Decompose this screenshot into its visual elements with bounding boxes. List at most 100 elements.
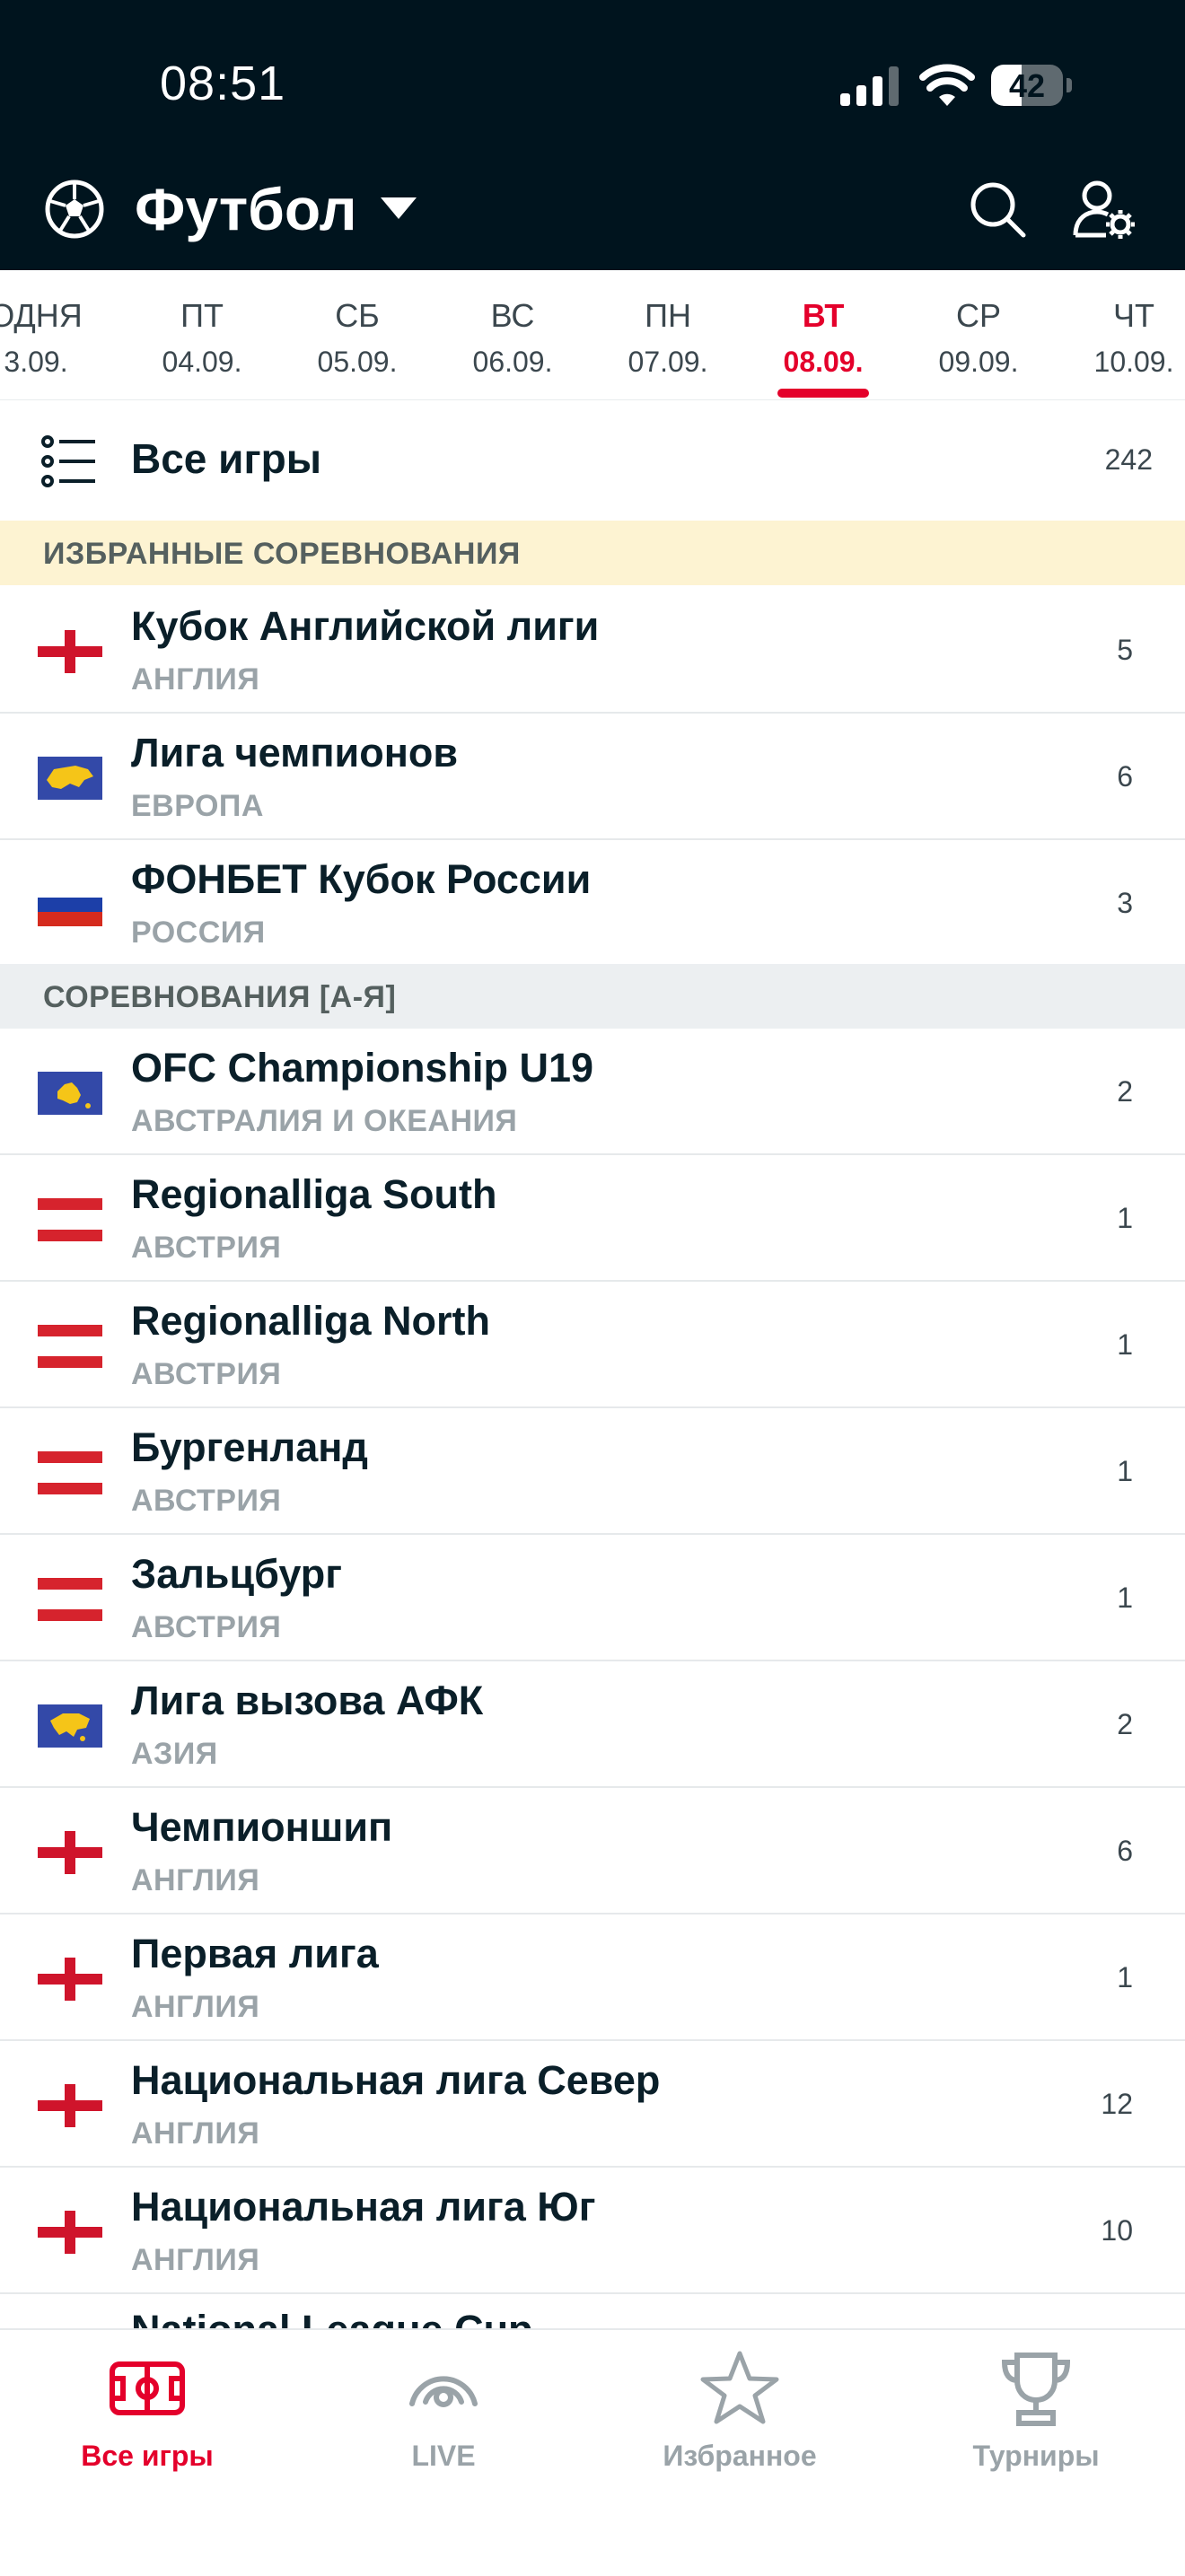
competition-row[interactable]: Regionalliga North АВСТРИЯ 1 xyxy=(0,1282,1185,1408)
match-count: 2 xyxy=(1117,1075,1133,1108)
competition-country: АВСТРИЯ xyxy=(131,1357,282,1391)
nav-live[interactable]: LIVE xyxy=(336,2348,551,2473)
competition-row[interactable]: Лига вызова АФК АЗИЯ 2 xyxy=(0,1661,1185,1788)
competition-country: АВСТРИЯ xyxy=(131,1231,282,1265)
competition-country: АНГЛИЯ xyxy=(131,1863,260,1897)
star-icon xyxy=(700,2351,779,2424)
competition-name: Бургенланд xyxy=(131,1424,368,1470)
competition-country: АНГЛИЯ xyxy=(131,2116,260,2151)
cellular-signal-icon xyxy=(840,66,899,106)
competition-name: Regionalliga South xyxy=(131,1171,497,1217)
match-count: 1 xyxy=(1117,1455,1133,1487)
competition-row[interactable]: OFC Championship U19 АВСТРАЛИЯ И ОКЕАНИЯ… xyxy=(0,1029,1185,1155)
competition-country: ЕВРОПА xyxy=(131,789,264,823)
nav-label: Все игры xyxy=(81,2440,214,2472)
competition-row[interactable]: Чемпионшип АНГЛИЯ 6 xyxy=(0,1788,1185,1914)
competition-country: АНГЛИЯ xyxy=(131,1990,260,2024)
competition-country: АВСТРИЯ xyxy=(131,1610,282,1644)
match-count: 3 xyxy=(1117,887,1133,919)
all-games-count: 242 xyxy=(1104,443,1153,476)
live-icon xyxy=(409,2376,478,2407)
competition-name: Кубок Английской лиги xyxy=(131,603,600,649)
competition-name: Лига вызова АФК xyxy=(131,1678,484,1723)
competition-country: АВСТРАЛИЯ И ОКЕАНИЯ xyxy=(131,1104,518,1138)
competition-country: АНГЛИЯ xyxy=(131,662,260,697)
competition-country: АЗИЯ xyxy=(131,1737,218,1771)
list-icon xyxy=(41,435,95,487)
user-settings-icon[interactable] xyxy=(1072,178,1135,241)
england-flag-icon xyxy=(38,630,102,673)
europe-flag-icon xyxy=(38,757,102,800)
competition-name: Первая лига xyxy=(131,1931,379,1976)
austria-flag-icon xyxy=(38,1325,102,1368)
az-section-header: СОРЕВНОВАНИЯ [А-Я] xyxy=(0,964,1185,1029)
match-count: 5 xyxy=(1117,634,1133,666)
date-selector: ОДНЯ 3.09. ПТ 04.09. СБ 05.09. ВС 06.09. ПН 0… xyxy=(0,270,1185,401)
active-date-indicator xyxy=(777,389,869,398)
soccer-ball-icon[interactable] xyxy=(45,180,104,239)
austria-flag-icon xyxy=(38,1578,102,1621)
competition-row[interactable]: Кубок Английской лиги АНГЛИЯ 5 xyxy=(0,587,1185,714)
competition-name: Зальцбург xyxy=(131,1551,342,1597)
nav-label: Избранное xyxy=(663,2440,817,2472)
battery-indicator: 42 xyxy=(991,65,1072,106)
status-time: 08:51 xyxy=(160,57,286,110)
match-count: 1 xyxy=(1117,1328,1133,1361)
competition-name: Regionalliga North xyxy=(131,1298,491,1344)
bottom-navigation: Все игры LIVE Избранное Турниры xyxy=(0,2328,1185,2576)
match-count: 2 xyxy=(1117,1708,1133,1740)
chevron-down-icon[interactable] xyxy=(381,197,417,221)
sport-title[interactable]: Футбол xyxy=(135,175,357,243)
match-count: 12 xyxy=(1101,2088,1133,2120)
date-tab[interactable]: СБ 05.09. xyxy=(294,297,420,379)
date-tab-active[interactable]: ВТ 08.09. xyxy=(760,297,886,379)
date-tab[interactable]: СР 09.09. xyxy=(916,297,1041,379)
competition-row[interactable]: Regionalliga South АВСТРИЯ 1 xyxy=(0,1155,1185,1282)
asia-flag-icon xyxy=(38,1704,102,1748)
russia-flag-icon xyxy=(38,883,102,926)
match-count: 1 xyxy=(1117,1961,1133,1993)
match-count: 10 xyxy=(1101,2214,1133,2247)
nav-all-games[interactable]: Все игры xyxy=(40,2348,255,2473)
favorites-section-header: ИЗБРАННЫЕ СОРЕВНОВАНИЯ xyxy=(0,521,1185,585)
competition-name: Национальная лига Юг xyxy=(131,2184,596,2230)
competition-row[interactable]: ФОНБЕТ Кубок России РОССИЯ 3 xyxy=(0,840,1185,965)
competition-name: ФОНБЕТ Кубок России xyxy=(131,856,592,902)
field-icon xyxy=(110,2361,185,2415)
england-flag-icon xyxy=(38,1831,102,1874)
nav-tournaments[interactable]: Турниры xyxy=(928,2348,1144,2473)
nav-favorites[interactable]: Избранное xyxy=(632,2348,847,2473)
england-flag-icon xyxy=(38,1958,102,2001)
competition-country: АВСТРИЯ xyxy=(131,1484,282,1518)
competition-name: Чемпионшип xyxy=(131,1804,393,1850)
england-flag-icon xyxy=(38,2084,102,2127)
nav-label: Турниры xyxy=(972,2440,1100,2472)
competition-name: Лига чемпионов xyxy=(131,730,459,775)
battery-level: 42 xyxy=(1008,67,1046,104)
trophy-icon xyxy=(1001,2353,1071,2426)
match-count: 1 xyxy=(1117,1582,1133,1614)
competition-row[interactable]: Первая лига АНГЛИЯ 1 xyxy=(0,1914,1185,2041)
competition-row[interactable]: Национальная лига Юг АНГЛИЯ 10 xyxy=(0,2168,1185,2294)
england-flag-icon xyxy=(38,2211,102,2254)
date-tab[interactable]: ЧТ 10.09. xyxy=(1071,297,1185,379)
competition-name: OFC Championship U19 xyxy=(131,1045,594,1091)
date-tab[interactable]: ПТ 04.09. xyxy=(139,297,265,379)
search-icon[interactable] xyxy=(968,180,1027,239)
competition-country: РОССИЯ xyxy=(131,916,266,950)
all-games-label[interactable]: Все игры xyxy=(131,434,321,483)
competition-row[interactable]: Лига чемпионов ЕВРОПА 6 xyxy=(0,714,1185,840)
app-header: 08:51 42 Футбол xyxy=(0,0,1185,270)
wifi-icon xyxy=(919,64,975,106)
competition-name: Национальная лига Север xyxy=(131,2057,661,2103)
date-tab[interactable]: ОДНЯ 3.09. xyxy=(0,297,99,379)
date-tab[interactable]: ВС 06.09. xyxy=(450,297,575,379)
competition-row[interactable]: Национальная лига Север АНГЛИЯ 12 xyxy=(0,2041,1185,2168)
competition-row[interactable]: Зальцбург АВСТРИЯ 1 xyxy=(0,1535,1185,1661)
match-count: 6 xyxy=(1117,760,1133,793)
competition-row[interactable]: Бургенланд АВСТРИЯ 1 xyxy=(0,1408,1185,1535)
nav-label: LIVE xyxy=(411,2440,476,2472)
competition-country: АНГЛИЯ xyxy=(131,2243,260,2277)
date-tab[interactable]: ПН 07.09. xyxy=(605,297,731,379)
oceania-flag-icon xyxy=(38,1072,102,1115)
